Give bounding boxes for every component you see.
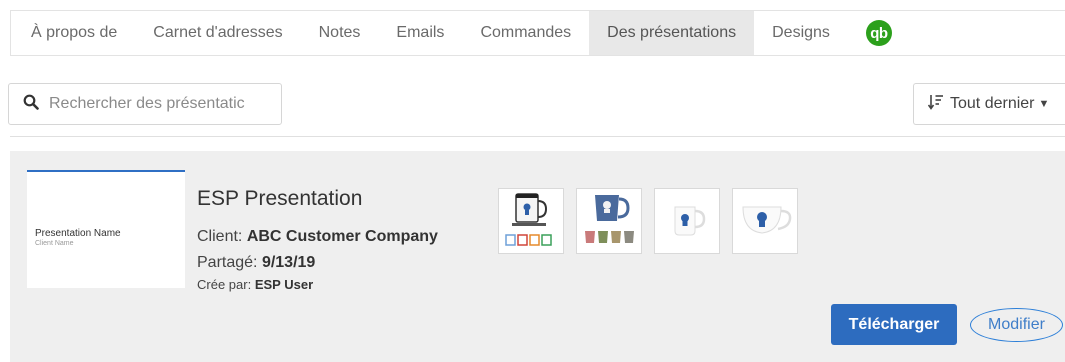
product-thumbnail[interactable]: [732, 188, 798, 254]
tab-quickbooks[interactable]: qb: [848, 11, 910, 55]
product-thumbnail[interactable]: [576, 188, 642, 254]
creator-label: Crée par:: [197, 277, 252, 292]
presentation-card: Presentation Name Client Name ESP Presen…: [10, 151, 1065, 362]
tab-designs[interactable]: Designs: [754, 11, 848, 55]
mug-with-color-variants-icon: [505, 193, 552, 246]
chevron-down-icon: ▼: [1038, 98, 1050, 110]
creator-line: Crée par: ESP User: [197, 277, 313, 292]
presentation-thumbnail[interactable]: Presentation Name Client Name: [27, 170, 185, 288]
shared-label: Partagé:: [197, 254, 258, 271]
edit-button[interactable]: Modifier: [970, 308, 1063, 342]
search-input[interactable]: [49, 95, 269, 113]
tab-orders[interactable]: Commandes: [462, 11, 589, 55]
tab-presentations[interactable]: Des présentations: [589, 11, 755, 55]
product-thumbnail[interactable]: [654, 188, 720, 254]
tab-emails[interactable]: Emails: [378, 11, 462, 55]
divider: [10, 136, 1065, 137]
tab-address-book[interactable]: Carnet d'adresses: [135, 11, 300, 55]
search-icon: [23, 94, 39, 115]
quickbooks-logo-icon: qb: [865, 20, 892, 46]
client-label: Client:: [197, 228, 243, 245]
search-box[interactable]: [8, 83, 282, 125]
presentation-title[interactable]: ESP Presentation: [197, 187, 362, 211]
tab-about[interactable]: À propos de: [11, 11, 135, 55]
tab-notes[interactable]: Notes: [301, 11, 379, 55]
shared-line: Partagé: 9/13/19: [197, 254, 315, 272]
product-thumbnail[interactable]: [498, 188, 564, 254]
blue-mug-with-color-variants-icon: [585, 195, 634, 243]
client-value: ABC Customer Company: [246, 228, 438, 245]
tab-bar: À propos de Carnet d'adresses Notes Emai…: [10, 10, 1065, 56]
thumbnail-client-name: Client Name: [35, 240, 74, 247]
white-mug-icon: [674, 206, 706, 236]
client-line: Client: ABC Customer Company: [197, 228, 438, 246]
sort-label: Tout dernier: [950, 95, 1035, 112]
download-button[interactable]: Télécharger: [831, 304, 957, 345]
shared-value: 9/13/19: [261, 254, 316, 271]
sort-dropdown[interactable]: Tout dernier ▼: [913, 83, 1065, 125]
creator-value: ESP User: [254, 277, 314, 292]
sort-icon: [927, 93, 944, 116]
thumbnail-presentation-name: Presentation Name: [35, 228, 121, 239]
white-teacup-icon: [742, 206, 792, 234]
